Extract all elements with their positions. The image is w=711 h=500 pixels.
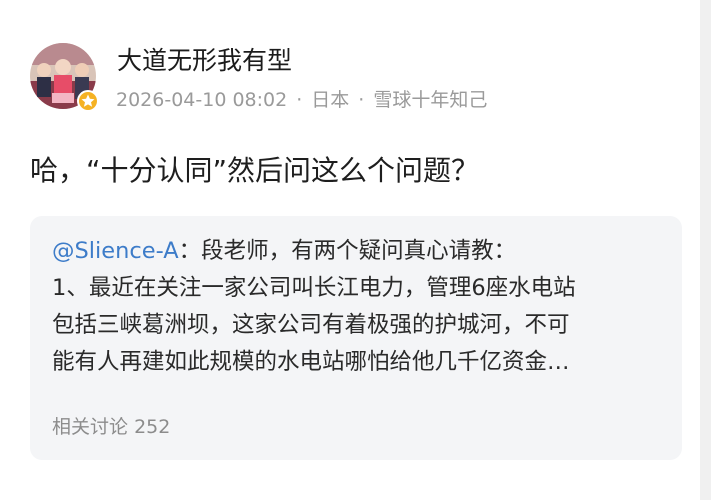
meta-separator: · [296, 89, 303, 111]
post-content: 哈，“十分认同”然后问这么个问题？ [30, 154, 480, 187]
post-source: 雪球十年知己 [373, 89, 488, 111]
post-timestamp: 2026-04-10 08:02 [116, 89, 288, 111]
quote-line: @Slience-A：段老师，有两个疑问真心请教： [52, 233, 672, 270]
quote-line: 包括三峡葛洲坝，这家公司有着极强的护城河，不可 [52, 312, 570, 338]
verified-badge-icon [77, 90, 99, 112]
post-location: 日本 [311, 89, 350, 111]
quote-line: 能有人再建如此规模的水电站哪怕给他几千亿资金… [52, 349, 570, 375]
quoted-post-card[interactable]: @Slience-A：段老师，有两个疑问真心请教： 1、最近在关注一家公司叫长江… [30, 216, 682, 460]
author-name[interactable]: 大道无形我有型 [117, 44, 292, 78]
quoted-post-text: @Slience-A：段老师，有两个疑问真心请教： 1、最近在关注一家公司叫长江… [52, 233, 672, 381]
quote-line-rest: ：段老师，有两个疑问真心请教： [178, 238, 517, 264]
quote-line: 1、最近在关注一家公司叫长江电力，管理6座水电站 [52, 275, 576, 301]
mention-link[interactable]: @Slience-A [52, 238, 179, 264]
meta-separator: · [358, 89, 365, 111]
author-avatar[interactable] [30, 43, 99, 112]
right-edge-divider [700, 0, 711, 500]
related-discussions-link[interactable]: 相关讨论 252 [52, 414, 170, 440]
post-meta: 2026-04-10 08:02 · 日本 · 雪球十年知己 [116, 86, 487, 114]
related-count: 252 [134, 416, 171, 438]
related-label: 相关讨论 [52, 416, 129, 438]
